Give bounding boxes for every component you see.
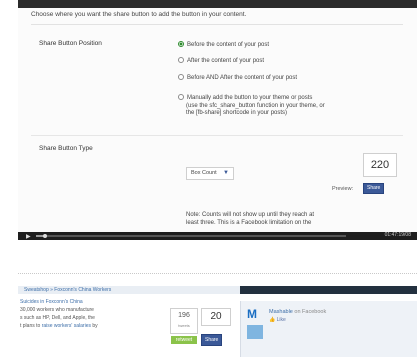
note-line: least three. This is a Facebook limitati… (186, 220, 312, 226)
article-text: t plans to (20, 323, 42, 329)
divider (31, 135, 403, 136)
page-name-suffix: on Facebook (294, 309, 327, 315)
dotted-divider (18, 273, 417, 274)
thumbs-up-icon: 👍 (269, 317, 276, 323)
seek-handle[interactable] (43, 234, 48, 238)
like-label: Like (276, 317, 286, 323)
mashable-logo: M (247, 307, 257, 321)
article-link[interactable]: Suicides in Foxconn's China (20, 299, 83, 305)
article-text: by (91, 323, 98, 329)
radio-button[interactable] (178, 57, 184, 63)
page-thumbnail (247, 325, 263, 339)
top-strip (18, 0, 417, 8)
option-after[interactable]: After the content of your post (178, 57, 264, 66)
option-label: Before the content of your post (187, 42, 270, 48)
radio-button[interactable] (178, 94, 184, 100)
facebook-share-button[interactable]: Share (363, 183, 385, 194)
like-button[interactable]: 👍 Like (269, 317, 286, 323)
share-count-box: 20 (201, 308, 231, 326)
article-excerpt: Suicides in Foxconn's China 30,000 worke… (20, 298, 98, 330)
button-type-select[interactable]: Box Count ▼ (186, 167, 234, 180)
top-link[interactable]: Sweatshop » Foxconn's China Workers (24, 287, 111, 293)
article-link[interactable]: raise workers' salaries (42, 323, 91, 329)
player-controls: ▶ 01:47:19/08 (18, 232, 417, 240)
option-before[interactable]: Before the content of your post (178, 41, 269, 50)
option-label: Manually add the button to your theme or… (187, 95, 313, 101)
option-label: After the content of your post (187, 58, 265, 64)
note-line: Note: Counts will not show up until they… (186, 212, 315, 218)
page-name[interactable]: Mashable on Facebook (269, 309, 326, 315)
select-value: Box Count (191, 170, 217, 176)
facebook-share-button[interactable]: Share (201, 334, 223, 346)
divider (31, 24, 403, 25)
option-label: Before AND After the content of your pos… (187, 75, 298, 81)
mashable-screenshot: Sweatshop » Foxconn's China Workers Suic… (18, 286, 417, 357)
position-label: Share Button Position (39, 40, 102, 47)
settings-panel: Choose where you want the share button t… (18, 0, 417, 232)
play-icon[interactable]: ▶ (26, 233, 31, 240)
page-name-text: Mashable (269, 309, 293, 315)
retweet-button[interactable]: retweet (171, 336, 197, 344)
option-sublabel: (use the sfc_share_button function in yo… (186, 102, 325, 109)
seek-bar[interactable] (36, 234, 346, 238)
intro-text: Choose where you want the share button t… (31, 11, 247, 18)
note-text: Note: Counts will not show up until they… (186, 211, 314, 227)
option-sublabel: the [fb-share] shortcode in your posts) (186, 110, 288, 116)
type-label: Share Button Type (39, 145, 93, 152)
share-label: Share (205, 337, 219, 343)
option-manual[interactable]: Manually add the button to your theme or… (178, 94, 325, 118)
share-label: Share (367, 185, 381, 191)
tweet-count: 196 (178, 312, 190, 319)
chevron-down-icon[interactable]: ▼ (221, 168, 231, 179)
article-line: s such as HP, Dell, and Apple, the (20, 315, 95, 321)
article-line: Suicides in Foxconn's China (20, 298, 98, 306)
article-line: 30,000 workers who manufacture (20, 307, 94, 313)
option-before-and-after[interactable]: Before AND After the content of your pos… (178, 74, 297, 83)
radio-button[interactable] (178, 74, 184, 80)
radio-button[interactable] (178, 41, 184, 47)
facebook-like-box: M Mashable on Facebook 👍 Like (240, 301, 417, 357)
tweet-count-box: 196 tweets (170, 308, 198, 334)
preview-label: Preview: (332, 186, 354, 192)
article-line: t plans to raise workers' salaries by (20, 322, 98, 330)
dark-header (240, 286, 417, 294)
time-readout: 01:47:19/08 (384, 232, 411, 238)
share-count-box: 220 (363, 153, 397, 177)
tweet-count-label: tweets (178, 323, 190, 328)
